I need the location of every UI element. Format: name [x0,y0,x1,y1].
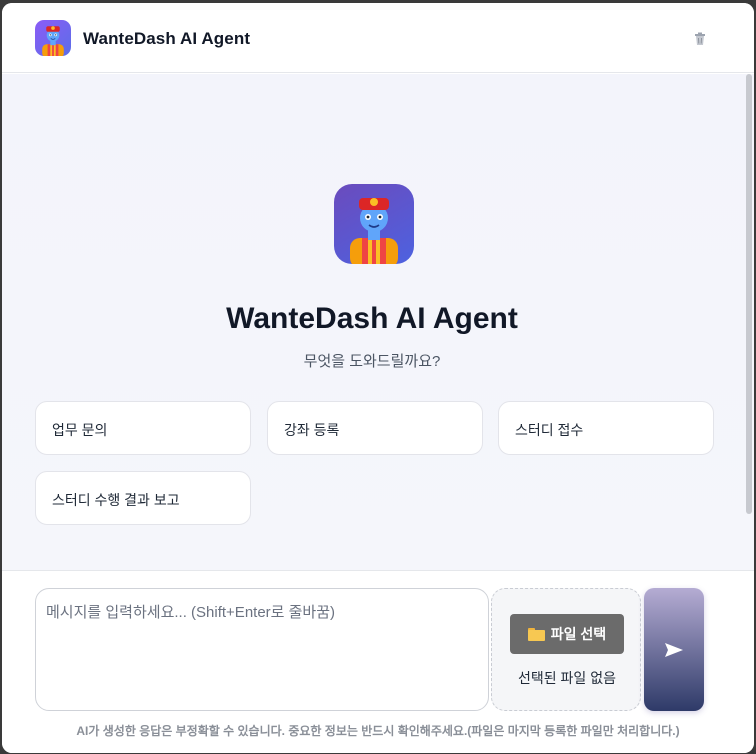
folder-icon [527,627,545,641]
header: WanteDash AI Agent [2,3,754,73]
composer: 파일 선택 선택된 파일 없음 AI가 생성한 응답은 부정확할 수 있습니다.… [2,570,754,753]
trash-icon[interactable] [692,31,708,47]
welcome-title: WanteDash AI Agent [226,302,518,335]
genie-avatar-icon [35,20,71,56]
send-arrow-icon [665,642,683,657]
suggestion-work-inquiry[interactable]: 업무 문의 [35,401,251,455]
file-status: 선택된 파일 없음 [518,670,616,686]
file-select-label: 파일 선택 [550,626,607,642]
message-input[interactable] [35,588,489,711]
welcome-subtitle: 무엇을 도와드릴까요? [303,353,441,370]
file-drop-zone[interactable]: 파일 선택 선택된 파일 없음 [491,588,641,711]
file-select-button[interactable]: 파일 선택 [510,614,624,654]
disclaimer: AI가 생성한 응답은 부정확할 수 있습니다. 중요한 정보는 반드시 확인해… [76,724,680,738]
suggestion-study-report[interactable]: 스터디 수행 결과 보고 [35,471,251,525]
scrollbar[interactable] [746,74,752,514]
send-button[interactable] [644,588,704,711]
app-window: WanteDash AI Agent WanteDash AI Agent 무엇… [2,3,754,753]
genie-avatar-icon [334,184,414,264]
chat-area: WanteDash AI Agent 무엇을 도와드릴까요? 업무 문의 강좌 … [2,74,754,570]
app-title: WanteDash AI Agent [83,29,251,48]
suggestion-course-registration[interactable]: 강좌 등록 [267,401,483,455]
suggestion-study-application[interactable]: 스터디 접수 [498,401,714,455]
